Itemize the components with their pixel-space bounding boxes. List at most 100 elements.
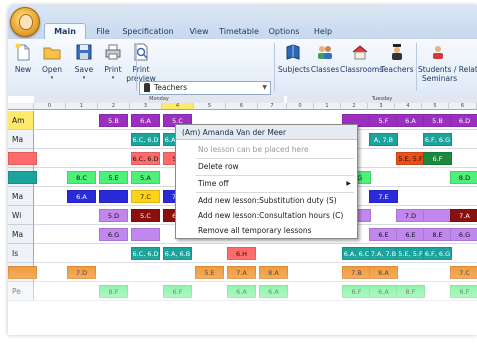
period-header: 6 [449,103,477,110]
classes-button[interactable]: Classes [310,43,340,74]
lesson-card[interactable]: 7.C [131,190,160,203]
lesson-card[interactable]: 7.B [342,266,371,279]
lesson-card[interactable]: 5.E, 5.F [396,247,425,260]
lesson-card[interactable]: 6.A [396,114,425,127]
open-button[interactable]: Open ▾ [38,43,66,83]
teachers-button[interactable]: Teachers [380,43,414,74]
lesson-card[interactable]: 6.G [450,228,477,241]
tab-specification[interactable]: Specification [120,25,176,39]
lesson-card[interactable]: 6.A [131,114,160,127]
teacher-row-label[interactable]: Wi [8,206,34,225]
lesson-card[interactable]: 6.E [369,228,398,241]
lesson-card[interactable]: 6.E [396,228,425,241]
lesson-card[interactable]: 6.G [99,228,128,241]
teacher-row-label[interactable]: Ma [8,225,34,244]
lesson-card[interactable]: 6.D [450,114,477,127]
tab-view[interactable]: View [184,25,214,39]
lesson-card[interactable]: 7.E [369,190,398,203]
menu-item-add-substitution[interactable]: Add new lesson:Substitution duty (S) [176,193,357,208]
floppy-disk-icon [76,44,92,60]
print-button[interactable]: Print ▾ [100,43,126,83]
lesson-card[interactable]: 8.E [423,228,452,241]
tab-file[interactable]: File [88,25,118,39]
lesson-card[interactable]: 6.C, 6.D [131,247,160,260]
period-header: 1 [314,103,341,110]
lesson-card[interactable]: 6.F [450,285,477,298]
save-button[interactable]: Save ▾ [70,43,98,83]
period-header: 2 [341,103,368,110]
lesson-card[interactable] [8,171,37,184]
lesson-card[interactable]: 7.A [227,266,256,279]
lesson-card[interactable] [8,266,37,279]
lesson-card[interactable]: 8.A [369,266,398,279]
tab-options[interactable]: Options [266,25,302,39]
menu-item-add-consultation[interactable]: Add new lesson:Consultation hours (C) [176,208,357,223]
period-header: 7 [258,103,287,110]
tab-timetable[interactable]: Timetable [216,25,262,39]
period-header: 4 [395,103,422,110]
period-header: 2 [98,103,130,110]
lesson-card[interactable]: 5.A [131,171,160,184]
folder-icon [43,47,61,60]
lesson-card[interactable]: 8.A [259,266,288,279]
tab-help[interactable]: Help [310,25,336,39]
lesson-card[interactable]: 6.A [259,285,288,298]
teacher-row-label[interactable]: Am [8,111,34,130]
lesson-card[interactable]: 5.F [369,114,398,127]
lesson-card[interactable]: 5.B [423,114,452,127]
menu-item-time-off[interactable]: Time off ▶ [176,176,357,191]
menu-item-delete-row[interactable]: Delete row [176,159,357,174]
lesson-card[interactable]: 6.A [227,285,256,298]
teacher-row-label[interactable]: Pe [8,282,34,301]
lesson-card[interactable]: 6.A [369,285,398,298]
lesson-card[interactable] [8,152,37,165]
lesson-card[interactable]: 6.C, 6.D [131,133,160,146]
lesson-card[interactable]: 7.D [67,266,96,279]
lesson-card[interactable]: 8.D [450,171,477,184]
lesson-card[interactable]: 5.E [195,266,224,279]
menu-item-remove-temporary[interactable]: Remove all temporary lessons [176,223,357,238]
lesson-card[interactable] [423,209,452,222]
lesson-card[interactable]: 6.F [423,152,452,165]
period-header: 3 [368,103,395,110]
lesson-card[interactable] [99,190,128,203]
subjects-button[interactable]: Subjects [278,43,310,74]
lesson-card[interactable]: 5.D [99,209,128,222]
lesson-card[interactable]: 5.E [99,171,128,184]
lesson-card[interactable] [131,228,160,241]
lesson-card[interactable]: 8.F [396,285,425,298]
lesson-card[interactable]: 5.E, 5.F [396,152,425,165]
lesson-card[interactable]: 6.F, 6.G [423,247,452,260]
lesson-card[interactable]: 7.D [396,209,425,222]
print-preview-button[interactable]: Print preview [126,43,156,83]
lesson-card[interactable]: 6.C, 6.D [131,152,160,165]
app-menu-orb-button[interactable] [10,7,40,37]
lesson-card[interactable]: 6.A, 6.B [163,247,192,260]
lesson-card[interactable]: 5.B [99,114,128,127]
ribbon-separator [136,43,137,91]
lesson-card[interactable]: 6.F, 6.G [423,133,452,146]
teacher-row-label[interactable]: Is [8,244,34,263]
lesson-card[interactable]: 7.A, 7.B [369,247,398,260]
print-preview-icon [134,43,148,61]
view-mode-select[interactable]: Teachers ▼ [139,81,271,95]
classrooms-button[interactable]: Classrooms [340,43,384,74]
lesson-card[interactable]: A, 7.B [369,133,398,146]
lesson-card[interactable]: 7.C [450,266,477,279]
new-button[interactable]: New [10,43,36,74]
teacher-row-label[interactable]: Ma [8,130,34,149]
lesson-card[interactable]: 8.C [67,171,96,184]
lesson-card[interactable]: 7.A [450,209,477,222]
teacher-row-label[interactable]: Ma [8,187,34,206]
period-header: 0 [287,103,314,110]
lesson-card[interactable]: 6.F [163,285,192,298]
classrooms-label: Classrooms [340,65,384,74]
students-relations-button[interactable]: Students / Relatio Seminars [418,43,477,83]
lesson-card[interactable]: 6.F [342,285,371,298]
lesson-card[interactable]: 6.H [227,247,256,260]
lesson-card[interactable]: 6.A, 6.C [342,247,371,260]
context-menu: (Am) Amanda Van der Meer No lesson can b… [175,124,358,239]
lesson-card[interactable]: 6.A [67,190,96,203]
lesson-card[interactable]: 5.C [131,209,160,222]
lesson-card[interactable]: 8.F [99,285,128,298]
